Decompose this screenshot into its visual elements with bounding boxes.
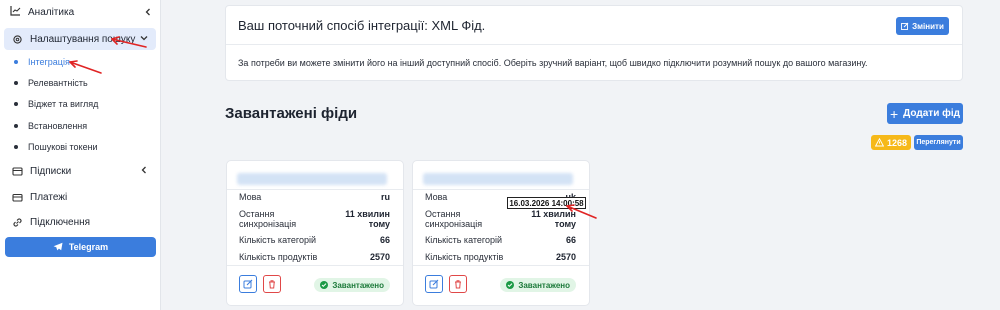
feed-url-redacted: [423, 173, 573, 185]
status-badge: Завантажено: [500, 278, 576, 292]
feeds-title: Завантажені фіди: [225, 105, 358, 122]
sidebar-subitem-installation[interactable]: Встановлення: [14, 119, 87, 133]
sidebar-item-search-settings[interactable]: Налаштування пошуку: [4, 28, 156, 50]
sync-timestamp-tooltip: 16.03.2026 14:00:58: [507, 197, 586, 209]
edit-feed-button[interactable]: [239, 275, 257, 293]
edit-icon: [243, 279, 253, 289]
sidebar-item-subscriptions[interactable]: Підписки: [4, 160, 156, 182]
sidebar-item-payments[interactable]: Платежі: [4, 186, 156, 208]
sidebar: Аналітика Налаштування пошуку Інтеграція…: [0, 0, 161, 310]
telegram-icon: [53, 242, 63, 251]
check-circle-icon: [506, 281, 515, 289]
categories-value: 66: [565, 235, 576, 245]
sidebar-subitem-relevance[interactable]: Релевантність: [14, 76, 88, 90]
language-label: Мова: [239, 192, 262, 202]
divider: [227, 189, 403, 190]
sync-label-line2: синхронізація: [425, 219, 483, 229]
change-button-label: Змінити: [912, 21, 944, 31]
categories-value: 66: [379, 235, 390, 245]
sidebar-subitem-widget[interactable]: Віджет та вигляд: [14, 97, 98, 111]
sync-label-line1: Остання: [425, 209, 461, 219]
sidebar-item-label: Аналітика: [28, 6, 75, 18]
check-circle-icon: [320, 281, 329, 289]
sidebar-item-analytics[interactable]: Аналітика: [10, 5, 156, 19]
edit-icon: [429, 279, 439, 289]
divider: [413, 189, 589, 190]
edit-feed-button[interactable]: [425, 275, 443, 293]
feed-url-redacted: [237, 173, 387, 185]
edit-icon: [901, 22, 909, 30]
plus-icon: +: [889, 105, 899, 122]
trash-icon: [455, 280, 461, 289]
bullet-icon: [14, 60, 18, 64]
warning-icon: [874, 138, 884, 147]
chevron-left-icon: [140, 166, 148, 174]
add-feed-button[interactable]: + Додати фід: [887, 103, 963, 124]
status-label: Завантажено: [518, 280, 570, 290]
chevron-left-icon: [144, 8, 152, 19]
sync-value-line2: тому: [554, 219, 576, 229]
divider: [227, 265, 403, 266]
language-label: Мова: [425, 192, 448, 202]
feed-card: Мова uk Остання синхронізація 11 хвилин …: [412, 160, 590, 306]
bullet-icon: [14, 81, 18, 85]
delete-feed-button[interactable]: [449, 275, 467, 293]
categories-label: Кількість категорій: [425, 235, 503, 245]
sidebar-subitem-search-tokens[interactable]: Пошукові токени: [14, 140, 98, 154]
sync-label-line2: синхронізація: [239, 219, 297, 229]
sync-value-line1: 11 хвилин: [531, 209, 576, 219]
change-integration-button[interactable]: Змінити: [896, 17, 949, 35]
sidebar-item-connection[interactable]: Підключення: [4, 211, 156, 233]
divider: [413, 265, 589, 266]
products-value: 2570: [555, 252, 576, 262]
products-value: 2570: [369, 252, 390, 262]
sidebar-subitem-label: Віджет та вигляд: [28, 99, 99, 109]
sidebar-subitem-integration[interactable]: Інтеграція: [14, 55, 70, 69]
language-value: ru: [381, 192, 390, 202]
status-label: Завантажено: [332, 280, 384, 290]
sidebar-subitem-label: Пошукові токени: [28, 142, 98, 152]
integration-card: Ваш поточний спосіб інтеграції: XML Фід.…: [225, 5, 963, 81]
sidebar-item-label: Підписки: [30, 165, 72, 177]
products-label: Кількість продуктів: [425, 252, 504, 262]
sidebar-subitem-label: Встановлення: [28, 121, 88, 131]
view-warnings-button[interactable]: Переглянути: [914, 135, 963, 150]
categories-label: Кількість категорій: [239, 235, 317, 245]
bullet-icon: [14, 102, 18, 106]
view-button-label: Переглянути: [916, 139, 961, 146]
add-feed-label: Додати фід: [903, 108, 961, 119]
feed-card: Мова ru Остання синхронізація 11 хвилин …: [226, 160, 404, 306]
sidebar-item-label: Підключення: [30, 216, 91, 228]
sync-value-line1: 11 хвилин: [345, 209, 390, 219]
status-badge: Завантажено: [314, 278, 390, 292]
bullet-icon: [14, 124, 18, 128]
sidebar-item-label: Платежі: [30, 191, 68, 203]
warning-badge: 1268: [871, 135, 911, 150]
integration-description: За потреби ви можете змінити його на інш…: [238, 58, 868, 68]
sidebar-subitem-label: Інтеграція: [28, 57, 70, 67]
integration-card-header: Ваш поточний спосіб інтеграції: XML Фід.…: [226, 6, 962, 45]
subscriptions-icon: [12, 166, 23, 177]
payments-icon: [12, 192, 23, 203]
link-icon: [12, 217, 23, 228]
trash-icon: [269, 280, 275, 289]
chevron-down-icon: [140, 34, 148, 42]
warning-count: 1268: [886, 137, 908, 148]
sidebar-item-label: Налаштування пошуку: [30, 33, 136, 45]
delete-feed-button[interactable]: [263, 275, 281, 293]
telegram-button-label: Telegram: [68, 242, 109, 252]
integration-title: Ваш поточний спосіб інтеграції: XML Фід.: [238, 18, 486, 33]
bullet-icon: [14, 145, 18, 149]
sync-label-line1: Остання: [239, 209, 275, 219]
analytics-icon: [10, 5, 21, 19]
telegram-button[interactable]: Telegram: [5, 237, 156, 257]
gear-icon: [12, 34, 23, 45]
sidebar-subitem-label: Релевантність: [28, 78, 88, 88]
products-label: Кількість продуктів: [239, 252, 318, 262]
sync-value-line2: тому: [368, 219, 390, 229]
